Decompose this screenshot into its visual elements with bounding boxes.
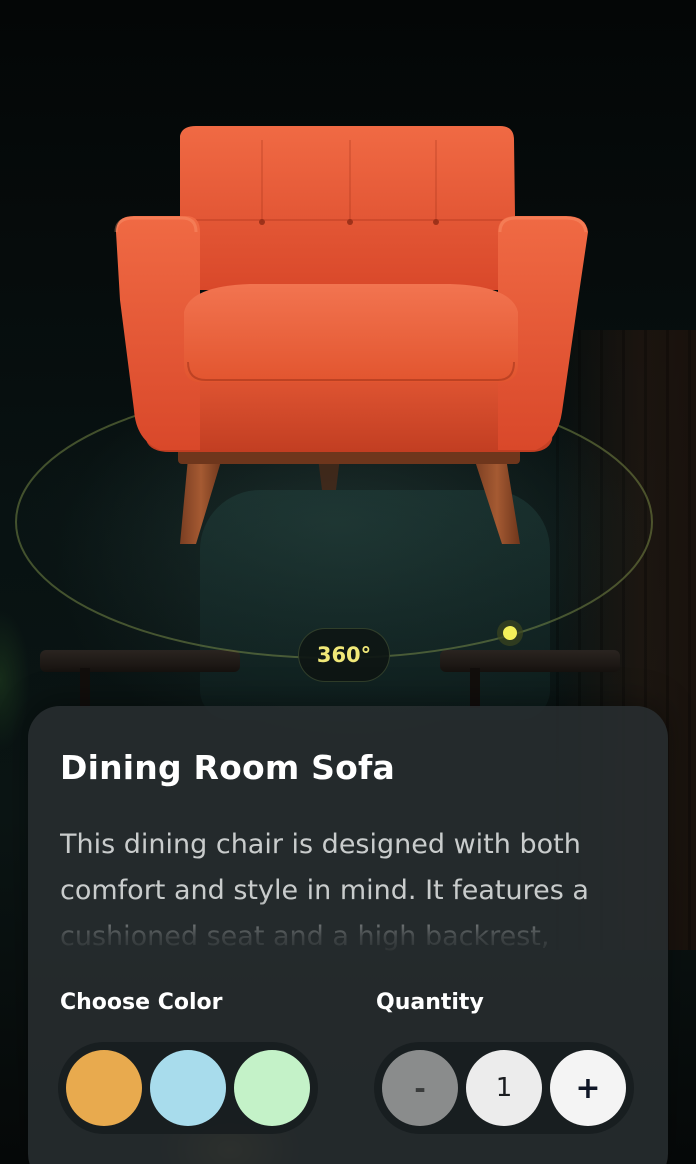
orbit-handle-core [503, 626, 517, 640]
quantity-number: 1 [495, 1073, 513, 1103]
choose-color-label: Choose Color [60, 990, 223, 1015]
decrease-quantity-button[interactable]: - [382, 1050, 458, 1126]
color-swatch-orange[interactable] [66, 1050, 142, 1126]
product-description: This dining chair is designed with both … [60, 829, 589, 952]
product-title: Dining Room Sofa [60, 748, 396, 787]
plus-icon: + [575, 1070, 601, 1106]
color-swatch-mint-green[interactable] [234, 1050, 310, 1126]
minus-icon: - [414, 1071, 426, 1105]
armchair-image[interactable] [0, 0, 696, 600]
color-swatch-light-blue[interactable] [150, 1050, 226, 1126]
product-viewer-screen: 360° Dining Room Sofa This dining chair … [0, 0, 696, 1164]
rotation-360-badge[interactable]: 360° [298, 628, 390, 682]
increase-quantity-button[interactable]: + [550, 1050, 626, 1126]
rotation-label: 360° [316, 643, 372, 667]
quantity-value: 1 [466, 1050, 542, 1126]
orbit-handle-dot-icon[interactable] [497, 620, 523, 646]
quantity-label: Quantity [376, 990, 484, 1015]
